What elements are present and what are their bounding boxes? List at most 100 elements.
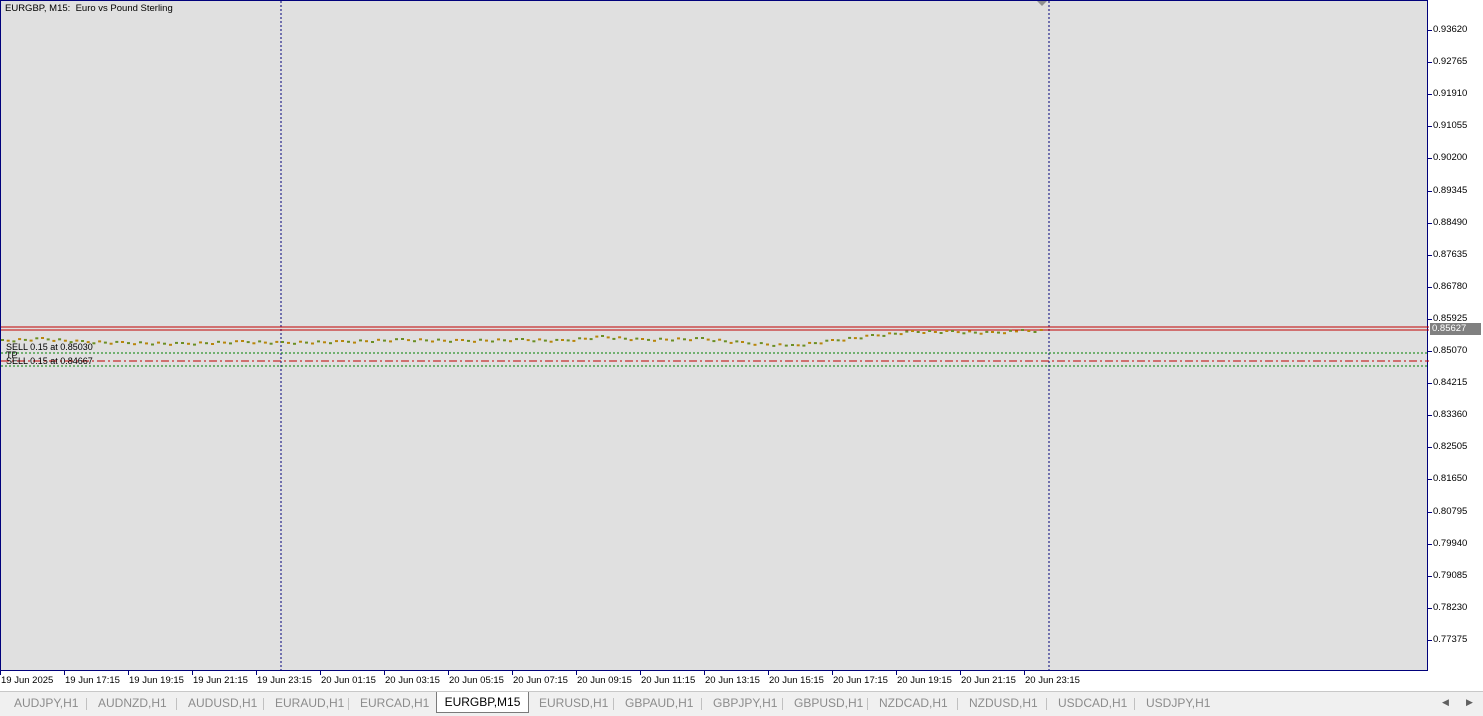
candle xyxy=(606,336,610,339)
price-tick-label: 0.89345 xyxy=(1433,184,1468,196)
tab-separator xyxy=(957,698,958,710)
tab-gbpjpy-h1[interactable]: GBPJPY,H1 xyxy=(713,694,777,713)
candle xyxy=(23,338,27,341)
tab-separator xyxy=(701,698,702,710)
price-tickmark xyxy=(1428,415,1432,417)
candle xyxy=(712,340,716,343)
candle xyxy=(371,341,374,343)
price-tickmark xyxy=(1428,190,1432,192)
candle xyxy=(888,332,892,335)
candle xyxy=(187,342,190,345)
tab-eurgbp-m15[interactable]: EURGBP,M15 xyxy=(436,692,529,713)
tab-nzdcad-h1[interactable]: NZDCAD,H1 xyxy=(879,694,948,713)
trade-label-sell-1[interactable]: SELL 0.15 at 0.85030 xyxy=(6,342,93,352)
scroll-right-icon[interactable]: ▶ xyxy=(1466,697,1473,708)
candle xyxy=(808,341,812,344)
price-tick-label: 0.81650 xyxy=(1433,473,1468,485)
scroll-left-icon[interactable]: ◀ xyxy=(1442,697,1449,708)
time-tick-label: 20 Jun 07:15 xyxy=(513,675,568,686)
candle xyxy=(566,339,570,342)
price-tickmark xyxy=(1428,607,1432,609)
price-tick-label: 0.79085 xyxy=(1433,569,1468,581)
candle xyxy=(353,341,356,344)
candle xyxy=(217,340,220,343)
candle xyxy=(163,342,166,345)
price-tick-label: 0.82505 xyxy=(1433,441,1468,453)
tab-separator xyxy=(263,698,264,710)
candle xyxy=(695,337,698,340)
tab-euraud-h1[interactable]: EURAUD,H1 xyxy=(275,694,344,713)
candle xyxy=(467,339,470,342)
time-tick-label: 20 Jun 11:15 xyxy=(641,675,696,686)
candle xyxy=(229,342,232,345)
chart-plot-area[interactable]: EURGBP, M15: Euro vs Pound Sterling SELL… xyxy=(0,0,1429,672)
price-chart[interactable] xyxy=(1,1,1429,672)
time-tick-label: 20 Jun 03:15 xyxy=(385,675,440,686)
candle xyxy=(933,331,937,333)
candle xyxy=(281,341,284,343)
price-tick-label: 0.91055 xyxy=(1433,120,1468,132)
tab-audjpy-h1[interactable]: AUDJPY,H1 xyxy=(14,694,78,713)
tab-audusd-h1[interactable]: AUDUSD,H1 xyxy=(188,694,257,713)
candle xyxy=(299,340,302,343)
tab-eurusd-h1[interactable]: EURUSD,H1 xyxy=(539,694,608,713)
candle xyxy=(623,337,627,340)
candle xyxy=(145,342,148,345)
candle xyxy=(848,336,852,339)
candle xyxy=(455,338,458,341)
candle xyxy=(836,339,840,342)
candle xyxy=(491,340,494,343)
price-tick-label: 0.83360 xyxy=(1433,409,1468,421)
price-tickmark xyxy=(1428,158,1432,160)
chart-window[interactable]: EURGBP, M15: Euro vs Pound Sterling SELL… xyxy=(0,0,1483,691)
tab-gbpusd-h1[interactable]: GBPUSD,H1 xyxy=(794,694,863,713)
candle xyxy=(911,330,914,332)
candle xyxy=(683,338,686,341)
candle xyxy=(395,338,398,341)
candle xyxy=(532,340,536,343)
candle xyxy=(671,339,674,342)
candle xyxy=(431,340,434,343)
candle xyxy=(991,331,994,333)
candle xyxy=(647,338,650,341)
candle xyxy=(979,332,983,335)
candle xyxy=(956,331,960,334)
tab-usdcad-h1[interactable]: USDCAD,H1 xyxy=(1058,694,1127,713)
tab-gbpaud-h1[interactable]: GBPAUD,H1 xyxy=(625,694,693,713)
candle xyxy=(968,330,972,333)
candle xyxy=(287,341,290,344)
candle xyxy=(595,335,599,338)
candle xyxy=(359,339,362,342)
time-tick-label: 20 Jun 21:15 xyxy=(961,675,1016,686)
candle xyxy=(92,342,96,345)
trade-label-sell-2[interactable]: SELL 0.15 at 0.84667 xyxy=(6,356,93,366)
tab-usdjpy-h1[interactable]: USDJPY,H1 xyxy=(1146,694,1210,713)
tab-audnzd-h1[interactable]: AUDNZD,H1 xyxy=(98,694,167,713)
candle xyxy=(169,343,172,346)
candle xyxy=(515,338,518,341)
candle xyxy=(252,342,256,345)
candle xyxy=(35,337,39,340)
candle xyxy=(443,339,446,342)
price-tickmark xyxy=(1428,318,1432,320)
candle xyxy=(175,341,178,344)
candle xyxy=(526,339,530,342)
candle xyxy=(401,338,404,340)
candle xyxy=(133,343,136,346)
tab-eurcad-h1[interactable]: EURCAD,H1 xyxy=(360,694,429,713)
time-tick-label: 20 Jun 17:15 xyxy=(833,675,888,686)
candle xyxy=(58,338,62,341)
candle xyxy=(641,338,644,340)
time-tick-label: 20 Jun 09:15 xyxy=(577,675,632,686)
candle xyxy=(723,340,727,343)
chart-tab-bar: AUDJPY,H1 AUDNZD,H1 AUDUSD,H1 EURAUD,H1 EURC… xyxy=(0,691,1483,716)
candle xyxy=(329,342,332,345)
candle xyxy=(275,340,279,343)
price-tickmark xyxy=(1428,351,1432,352)
candle xyxy=(859,337,863,340)
tab-nzdusd-h1[interactable]: NZDUSD,H1 xyxy=(969,694,1038,713)
candle xyxy=(1027,330,1031,332)
candle xyxy=(269,342,273,345)
candle xyxy=(729,341,733,344)
candle xyxy=(1039,329,1043,331)
